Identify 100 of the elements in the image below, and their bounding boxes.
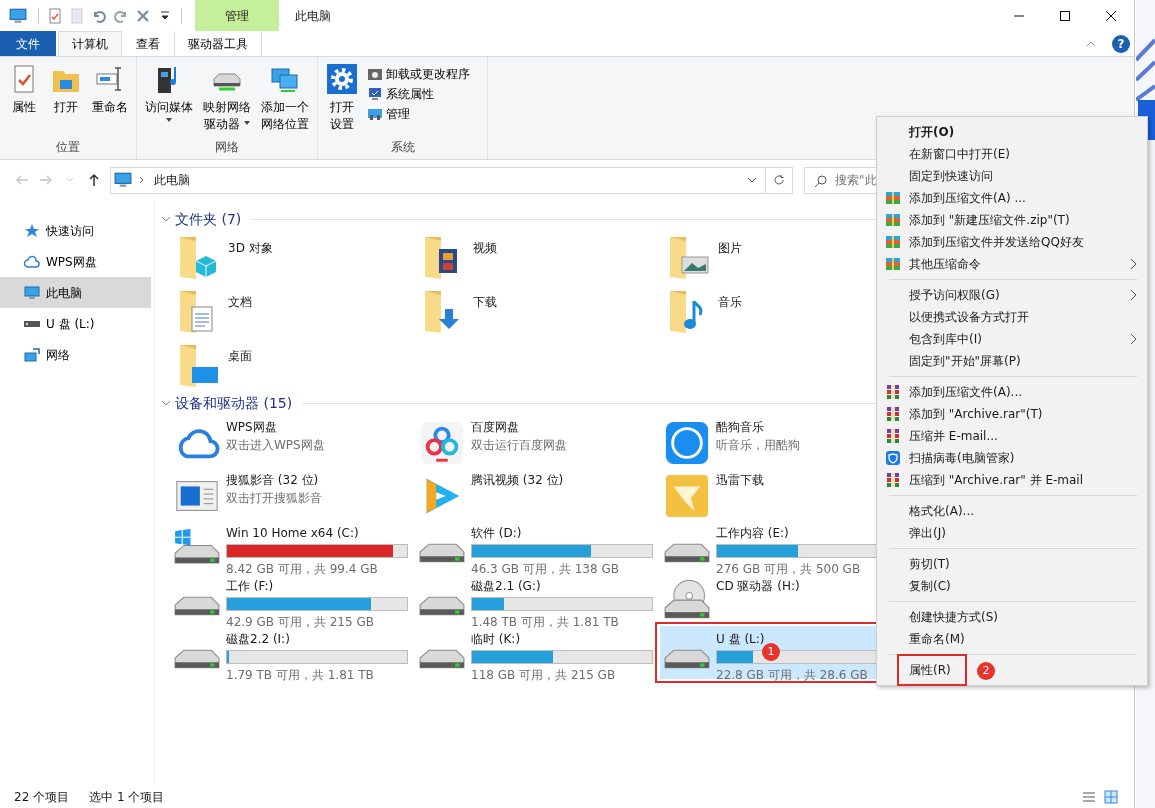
settings-icon xyxy=(326,63,358,95)
archive-icon xyxy=(885,428,901,444)
refresh-button[interactable] xyxy=(766,166,793,194)
breadcrumb-item[interactable]: 此电脑 xyxy=(154,171,190,189)
file-menu-tab[interactable]: 文件 xyxy=(0,31,56,56)
ribbon-button[interactable]: 访问媒体 xyxy=(142,61,196,135)
hard-drive-icon xyxy=(419,595,465,617)
menu-item[interactable]: 压缩到 "Archive.rar" 并 E-mail xyxy=(909,471,1084,489)
step-badge: 2 xyxy=(977,662,995,680)
menu-item[interactable]: 添加到 "新建压缩文件.zip"(T) xyxy=(909,211,1070,229)
menu-item[interactable]: 复制(C) xyxy=(909,577,951,595)
folder-tile[interactable]: 图片 xyxy=(660,230,905,284)
navigation-item[interactable]: 此电脑 xyxy=(0,277,151,308)
folder-name: 文档 xyxy=(228,294,252,311)
menu-item[interactable]: 重命名(M) xyxy=(909,630,965,648)
delete-icon[interactable] xyxy=(135,7,151,24)
address-bar[interactable]: 此电脑 xyxy=(110,166,767,194)
item-count: 22 个项目 xyxy=(14,788,70,806)
menu-item[interactable]: 弹出(J) xyxy=(909,524,946,542)
navigation-item[interactable]: U 盘 (L:) xyxy=(0,308,151,339)
properties-icon[interactable] xyxy=(47,7,63,24)
folder-name: 下载 xyxy=(473,294,497,311)
dropdown-icon[interactable] xyxy=(747,175,758,185)
ribbon-button[interactable]: 添加一个 网络位置 xyxy=(258,61,312,135)
details-view-icon[interactable] xyxy=(1082,789,1096,804)
hard-drive-icon xyxy=(174,595,220,617)
search-icon xyxy=(814,173,828,188)
menu-item[interactable]: 打开(O) xyxy=(909,123,955,141)
menu-item[interactable]: 其他压缩命令 xyxy=(909,255,981,273)
folder-tile[interactable]: 视频 xyxy=(415,230,660,284)
menu-item[interactable]: 固定到"开始"屏幕(P) xyxy=(909,352,1021,370)
uninstall-icon xyxy=(367,66,383,82)
archive-icon xyxy=(885,234,901,250)
menu-item[interactable]: 扫描病毒(电脑管家) xyxy=(909,449,1015,467)
folder-tile[interactable]: 下载 xyxy=(415,284,660,338)
ribbon-button[interactable]: 打开 xyxy=(47,61,85,118)
menu-item[interactable]: 剪切(T) xyxy=(909,555,950,573)
ribbon-button[interactable]: 卸载或更改程序 xyxy=(365,64,472,84)
menu-item[interactable]: 格式化(A)... xyxy=(909,502,974,520)
group-label: 网络 xyxy=(214,139,240,156)
computer-icon[interactable] xyxy=(9,6,27,25)
device-name: 磁盘2.2 (I:) xyxy=(226,631,291,648)
device-tile[interactable]: 腾讯视频 (32 位) xyxy=(415,467,660,520)
device-name: 临时 (K:) xyxy=(471,631,522,648)
storage-reading: 118 GB 可用，共 215 GB xyxy=(471,667,617,684)
folder-tile[interactable]: 音乐 xyxy=(660,284,905,338)
cloud-icon xyxy=(24,253,40,270)
menu-item[interactable]: 包含到库中(I) xyxy=(909,330,982,348)
storage-reading: 276 GB 可用，共 500 GB xyxy=(716,561,862,578)
folder-tile[interactable]: 桌面 xyxy=(170,338,415,392)
menu-item[interactable]: 授予访问权限(G) xyxy=(909,286,1000,304)
window-title: 此电脑 xyxy=(295,7,331,25)
tiles-view-icon[interactable] xyxy=(1104,789,1118,804)
storage-reading: 42.9 GB 可用，共 215 GB xyxy=(226,614,375,631)
navigation-item[interactable]: 网络 xyxy=(0,339,151,370)
group-label: 系统 xyxy=(389,139,416,156)
ribbon-button[interactable]: 管理 xyxy=(365,104,472,124)
ribbon-button[interactable]: 映射网络 驱动器 xyxy=(200,61,254,135)
menu-item[interactable]: 添加到压缩文件(A)... xyxy=(909,383,1022,401)
folder-tile[interactable]: 文档 xyxy=(170,284,415,338)
device-tile[interactable]: 迅雷下载 xyxy=(660,467,905,520)
ribbon-button[interactable]: 属性 xyxy=(5,61,43,118)
menu-item[interactable]: 以便携式设备方式打开 xyxy=(909,308,1029,326)
ribbon-button[interactable]: 打开 设置 xyxy=(323,61,361,135)
ribbon-button[interactable]: 系统属性 xyxy=(365,84,472,104)
menu-item[interactable]: 创建快捷方式(S) xyxy=(909,608,998,626)
hard-drive-icon xyxy=(419,648,465,670)
section-header[interactable]: 文件夹 (7) xyxy=(175,208,242,230)
manage-icon xyxy=(367,106,383,122)
circle-app-icon xyxy=(664,420,710,466)
ribbon-tab[interactable]: 计算机 xyxy=(58,31,122,56)
section-header[interactable]: 设备和驱动器 (15) xyxy=(175,392,293,414)
device-tile[interactable]: WPS网盘 双击进入WPS网盘 xyxy=(170,414,415,467)
system-properties-icon xyxy=(367,86,383,102)
shield-icon xyxy=(885,450,901,466)
device-tile[interactable]: 百度网盘 双击运行百度网盘 xyxy=(415,414,660,467)
device-tile[interactable]: 搜狐影音 (32 位) 双击打开搜狐影音 xyxy=(170,467,415,520)
menu-item[interactable]: 在新窗口中打开(E) xyxy=(909,145,1010,163)
help-button[interactable]: ? xyxy=(1112,34,1130,53)
bird-app-icon xyxy=(664,473,710,519)
menu-item[interactable]: 添加到 "Archive.rar"(T) xyxy=(909,405,1043,423)
menu-item[interactable]: 压缩并 E-mail... xyxy=(909,427,998,445)
close-icon[interactable] xyxy=(1105,9,1117,22)
device-description: 双击进入WPS网盘 xyxy=(226,437,325,454)
device-tile[interactable]: 酷狗音乐 听音乐，用酷狗 xyxy=(660,414,905,467)
navigation-item[interactable]: WPS网盘 xyxy=(0,246,151,277)
folder-tile[interactable]: 3D 对象 xyxy=(170,230,415,284)
navigation-item[interactable]: 快速访问 xyxy=(0,215,151,246)
ribbon-tab[interactable]: 查看 xyxy=(122,31,174,56)
menu-item[interactable]: 添加到压缩文件并发送给QQ好友 xyxy=(909,233,1084,251)
maximize-icon[interactable] xyxy=(1059,9,1071,22)
menu-item[interactable]: 固定到快速访问 xyxy=(909,167,993,185)
device-name: 软件 (D:) xyxy=(471,525,523,542)
menu-item[interactable]: 添加到压缩文件(A) ... xyxy=(909,189,1026,207)
ribbon-button[interactable]: 重命名 xyxy=(89,61,131,118)
menu-item[interactable]: 属性(R) xyxy=(909,661,951,679)
highlight-frame xyxy=(897,654,967,686)
computer-icon xyxy=(114,171,132,189)
device-name: CD 驱动器 (H:) xyxy=(716,578,800,595)
drive-icon xyxy=(24,320,40,327)
